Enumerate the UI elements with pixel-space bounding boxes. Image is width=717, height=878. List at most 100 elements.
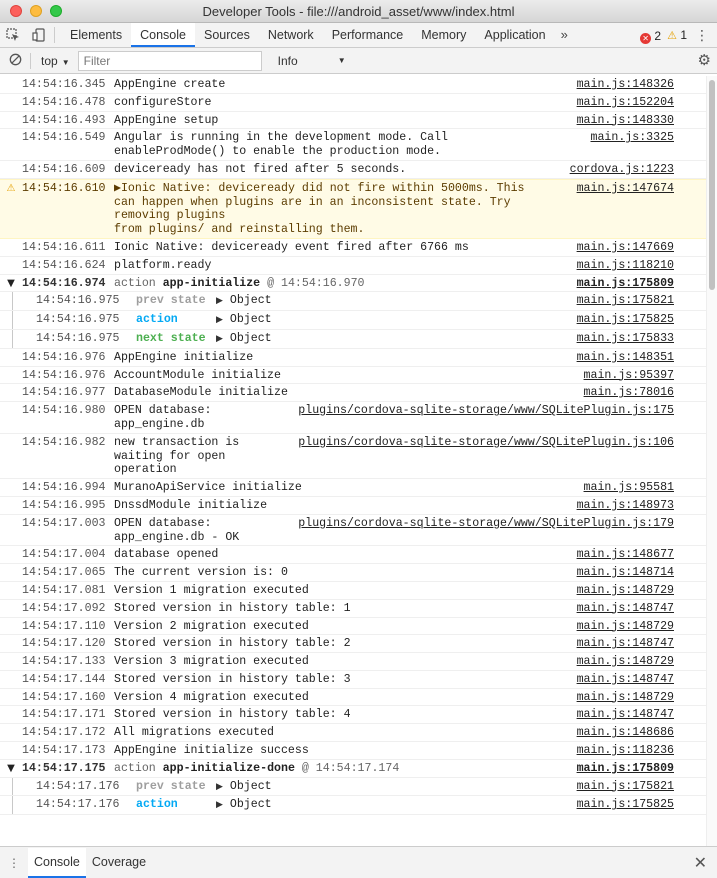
tab-memory[interactable]: Memory <box>412 23 475 47</box>
timestamp: 14:54:17.003 <box>22 516 106 530</box>
source-link[interactable]: main.js:175833 <box>569 332 706 347</box>
source-link[interactable]: main.js:95581 <box>576 481 706 495</box>
source-link[interactable]: main.js:148729 <box>569 691 706 705</box>
source-link[interactable]: main.js:148686 <box>569 726 706 740</box>
log-message: Version 3 migration executed <box>114 655 309 669</box>
source-link[interactable]: main.js:148677 <box>569 548 706 562</box>
expand-object-icon[interactable]: ▶ <box>216 315 223 325</box>
source-link[interactable]: main.js:148747 <box>569 602 706 616</box>
log-message: ▶Ionic Native: deviceready did not fire … <box>114 181 525 237</box>
console-group-row[interactable]: ▼ 14:54:17.175 action app-initialize-done … <box>0 760 706 778</box>
drawer-tab-console[interactable]: Console <box>28 847 86 878</box>
source-link[interactable]: main.js:148973 <box>569 499 706 513</box>
source-link[interactable]: main.js:152204 <box>569 96 706 110</box>
object-preview[interactable]: Object <box>230 798 272 811</box>
console-log-row: 14:54:17.171 Stored version in history ta… <box>0 706 706 725</box>
tab-sources[interactable]: Sources <box>195 23 259 47</box>
source-link[interactable]: main.js:147669 <box>569 241 706 255</box>
source-link[interactable]: main.js:148747 <box>569 673 706 687</box>
timestamp: 14:54:16.610 <box>22 181 106 195</box>
log-message: action ▶ Object <box>136 798 569 813</box>
source-link[interactable]: main.js:95397 <box>576 369 706 383</box>
source-link[interactable]: main.js:148714 <box>569 566 706 580</box>
source-link[interactable]: main.js:118210 <box>569 259 706 273</box>
source-link[interactable]: main.js:148729 <box>569 584 706 598</box>
clear-console-icon[interactable] <box>0 53 30 69</box>
object-preview[interactable]: Object <box>230 780 272 793</box>
row-gutter <box>0 499 22 513</box>
tab-elements[interactable]: Elements <box>61 23 131 47</box>
source-link[interactable]: main.js:148729 <box>569 620 706 634</box>
inspect-element-icon[interactable] <box>0 23 26 47</box>
drawer-menu-icon[interactable]: ⋮ <box>0 856 28 870</box>
console-log-row: 14:54:16.976 AccountModule initialize main… <box>0 367 706 385</box>
source-link[interactable]: plugins/cordova-sqlite-storage/www/SQLit… <box>290 436 706 477</box>
console-log-row: 14:54:17.120 Stored version in history ta… <box>0 635 706 654</box>
object-preview[interactable]: Object <box>230 294 272 307</box>
close-window-button[interactable] <box>10 5 22 17</box>
maximize-window-button[interactable] <box>50 5 62 17</box>
filter-input[interactable] <box>77 50 262 71</box>
log-message: Stored version in history table: 3 <box>114 672 351 686</box>
tab-console[interactable]: Console <box>131 23 195 47</box>
source-link[interactable]: main.js:3325 <box>583 131 707 159</box>
source-link[interactable]: cordova.js:1223 <box>562 163 706 177</box>
action-time: @ 14:54:17.174 <box>301 761 400 775</box>
minimize-window-button[interactable] <box>30 5 42 17</box>
action-time: @ 14:54:16.970 <box>267 276 365 290</box>
device-toggle-icon[interactable] <box>26 23 52 47</box>
source-link[interactable]: main.js:175821 <box>569 780 706 795</box>
scrollbar-thumb[interactable] <box>709 80 715 290</box>
source-link[interactable]: main.js:148351 <box>569 351 706 365</box>
timestamp: 14:54:17.144 <box>22 672 106 686</box>
tab-application[interactable]: Application <box>475 23 554 47</box>
source-link[interactable]: main.js:148747 <box>569 708 706 722</box>
source-link[interactable]: main.js:78016 <box>576 386 706 400</box>
console-group-child-row: 14:54:17.176 action ▶ Object main.js:175825 <box>0 796 706 816</box>
console-group-row[interactable]: ▼ 14:54:16.974 action app-initialize @ 14:… <box>0 275 706 293</box>
source-link[interactable]: main.js:175809 <box>569 277 706 291</box>
close-drawer-icon[interactable]: ✕ <box>694 853 707 873</box>
console-log-row: 14:54:16.995 DnssdModule initialize main.j… <box>0 497 706 515</box>
console-scrollbar[interactable] <box>706 76 717 846</box>
more-options-icon[interactable]: ⋮ <box>695 23 709 48</box>
source-link[interactable]: main.js:148326 <box>569 78 706 92</box>
group-label: action <box>114 276 156 290</box>
object-preview[interactable]: Object <box>230 313 272 326</box>
drawer-tab-bar: ⋮ Console Coverage ✕ <box>0 846 717 878</box>
row-gutter <box>0 259 22 273</box>
more-tabs-button[interactable]: » <box>555 23 574 47</box>
drawer-tabs: Console Coverage <box>28 847 152 878</box>
expand-object-icon[interactable]: ▶ <box>216 334 223 344</box>
gear-icon[interactable]: ⚙ <box>698 51 711 69</box>
group-expand-icon[interactable]: ▼ <box>0 277 22 291</box>
object-preview[interactable]: Object <box>230 332 272 345</box>
source-link[interactable]: main.js:175809 <box>569 762 706 776</box>
row-gutter <box>0 620 22 634</box>
timestamp: 14:54:16.493 <box>22 113 106 127</box>
state-kind-label: prev state <box>136 779 206 793</box>
source-link[interactable]: main.js:148747 <box>569 637 706 651</box>
expand-object-icon[interactable]: ▶ <box>216 296 223 306</box>
source-link[interactable]: main.js:118236 <box>569 744 706 758</box>
expand-object-icon[interactable]: ▶ <box>216 800 223 810</box>
issue-counts[interactable]: ✕ 2 ⚠ 1 <box>640 23 687 49</box>
tab-performance[interactable]: Performance <box>323 23 413 47</box>
source-link[interactable]: main.js:148330 <box>569 114 706 128</box>
tab-network[interactable]: Network <box>259 23 323 47</box>
timestamp: 14:54:16.980 <box>22 404 106 418</box>
row-gutter <box>0 351 22 365</box>
group-expand-icon[interactable]: ▼ <box>0 762 22 776</box>
source-link[interactable]: main.js:148729 <box>569 655 706 669</box>
drawer-tab-coverage[interactable]: Coverage <box>86 848 152 878</box>
source-link[interactable]: main.js:175825 <box>569 798 706 813</box>
log-levels-dropdown[interactable]: Info ▼ <box>270 54 346 68</box>
source-link[interactable]: main.js:147674 <box>569 182 706 237</box>
source-link[interactable]: main.js:175821 <box>569 294 706 309</box>
source-link[interactable]: plugins/cordova-sqlite-storage/www/SQLit… <box>290 404 706 432</box>
source-link[interactable]: main.js:175825 <box>569 313 706 328</box>
source-link[interactable]: plugins/cordova-sqlite-storage/www/SQLit… <box>290 517 706 545</box>
console-warning-row[interactable]: ⚠ 14:54:16.610 ▶Ionic Native: deviceready … <box>0 178 706 239</box>
context-selector[interactable]: top ▼ <box>31 54 78 68</box>
expand-object-icon[interactable]: ▶ <box>216 782 223 792</box>
